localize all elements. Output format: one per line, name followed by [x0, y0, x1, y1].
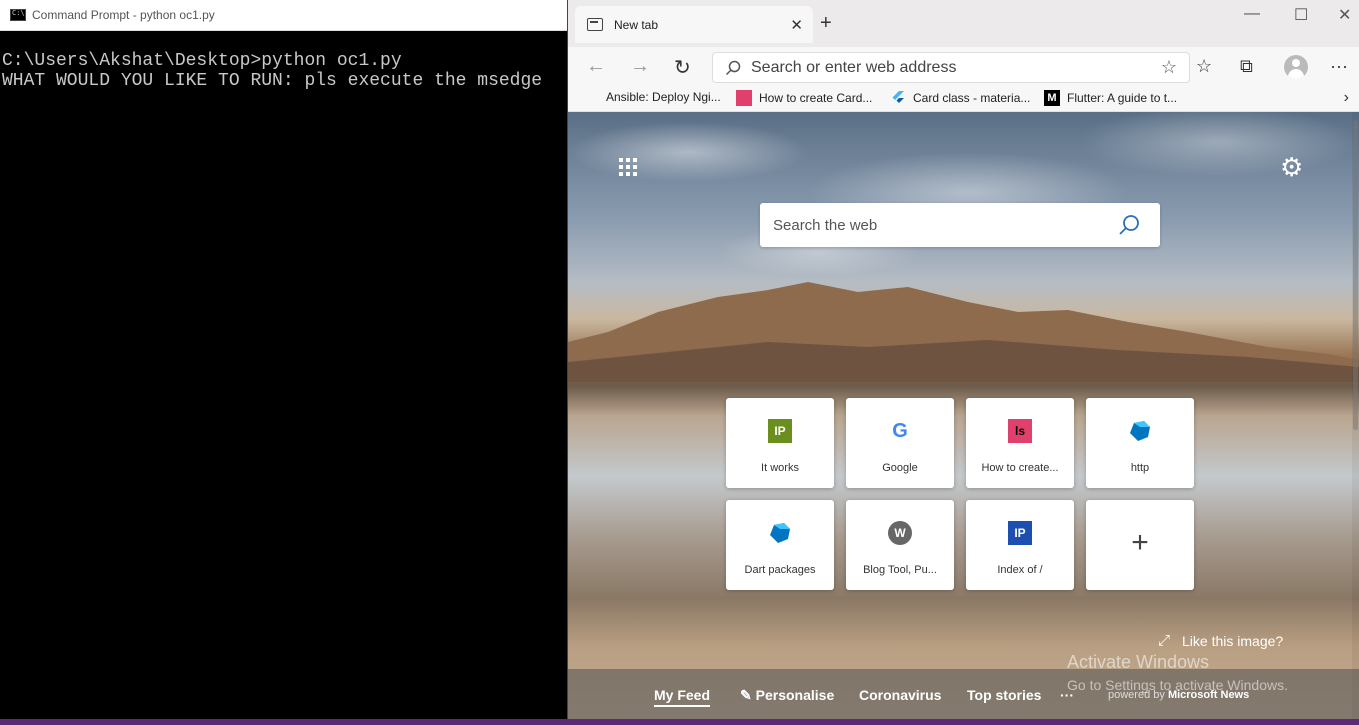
profile-avatar[interactable]: [1284, 55, 1308, 79]
scrollbar[interactable]: [1352, 112, 1359, 720]
chevron-right-icon[interactable]: ›: [1344, 89, 1349, 107]
tab-coronavirus[interactable]: Coronavirus: [859, 687, 941, 703]
back-icon[interactable]: ←: [586, 55, 606, 78]
address-bar[interactable]: Search or enter web address ☆: [712, 52, 1190, 83]
background-mountains: [568, 282, 1359, 382]
cmd-line: C:\Users\Akshat\Desktop>python oc1.py: [2, 51, 402, 71]
close-window-icon[interactable]: ✕: [1338, 5, 1351, 25]
minimize-icon[interactable]: —: [1244, 5, 1260, 23]
tile-label: It works: [761, 462, 799, 474]
background-clouds: [568, 112, 1359, 282]
search-icon[interactable]: [1118, 214, 1140, 236]
collections-icon[interactable]: ⧉: [1240, 56, 1253, 77]
cmd-title: Command Prompt - python oc1.py: [32, 8, 215, 22]
tab-personalise[interactable]: ✎ Personalise: [740, 687, 834, 704]
pencil-icon: ✎: [740, 687, 756, 703]
favorites-icon[interactable]: ☆: [1196, 56, 1212, 77]
favorite-label: Flutter: A guide to t...: [1067, 91, 1178, 105]
taskbar: [0, 719, 1359, 725]
personalise-label: Personalise: [755, 687, 835, 703]
tab-top-stories[interactable]: Top stories: [967, 687, 1041, 703]
tab-my-feed[interactable]: My Feed: [654, 687, 711, 707]
nav-bar: ← → ↻ Search or enter web address ☆ ☆ ⧉ …: [568, 47, 1359, 87]
tile-label: Dart packages: [744, 564, 816, 576]
new-tab-page: ⚙ Search the web IP It works G Google ls…: [568, 112, 1359, 720]
top-site-tile[interactable]: IP It works: [726, 398, 834, 488]
ip-icon: IP: [1008, 521, 1032, 545]
web-search-input[interactable]: Search the web: [760, 203, 1160, 247]
favorites-bar: Ansible: Deploy Ngi... How to create Car…: [568, 87, 1359, 112]
ls-icon: ls: [1008, 419, 1032, 443]
more-menu-icon[interactable]: ···: [1330, 56, 1348, 77]
top-site-tile[interactable]: IP Index of /: [966, 500, 1074, 590]
tile-label: How to create...: [981, 462, 1059, 474]
close-tab-icon[interactable]: ✕: [790, 16, 803, 34]
search-placeholder: Search the web: [773, 216, 878, 234]
refresh-icon[interactable]: ↻: [674, 55, 691, 80]
ls-icon: [736, 90, 752, 106]
desktop: Command Prompt - python oc1.py C:\Users\…: [0, 0, 1359, 725]
activation-watermark-sub: Go to Settings to activate Windows.: [1067, 677, 1288, 693]
top-site-tile[interactable]: W Blog Tool, Pu...: [846, 500, 954, 590]
cmd-output[interactable]: C:\Users\Akshat\Desktop>python oc1.py WHA…: [0, 31, 567, 91]
new-tab-button[interactable]: +: [820, 12, 832, 35]
cmd-titlebar[interactable]: Command Prompt - python oc1.py: [0, 0, 567, 31]
top-site-tile[interactable]: G Google: [846, 398, 954, 488]
google-icon: G: [892, 419, 908, 442]
edge-window[interactable]: New tab ✕ + — ☐ ✕ ← → ↻ Search or enter …: [568, 0, 1359, 720]
news-feed-bar: My Feed ✎ Personalise Coronavirus Top st…: [568, 669, 1359, 720]
forward-icon[interactable]: →: [630, 55, 650, 78]
address-placeholder: Search or enter web address: [751, 58, 957, 76]
tab-new-tab[interactable]: New tab ✕: [575, 6, 813, 43]
like-image-link[interactable]: ⤢ Like this image?: [1158, 632, 1283, 649]
flutter-icon: [890, 90, 906, 106]
favorite-label: Ansible: Deploy Ngi...: [606, 90, 721, 104]
search-icon: [725, 60, 741, 75]
tab-strip: New tab ✕ + — ☐ ✕: [568, 0, 1359, 47]
cmd-icon: [10, 9, 26, 21]
tile-label: http: [1130, 462, 1150, 474]
cmd-line: WHAT WOULD YOU LIKE TO RUN: pls execute …: [2, 71, 543, 91]
tile-label: Blog Tool, Pu...: [863, 564, 937, 576]
favorite-label: Card class - materia...: [913, 91, 1031, 105]
scrollbar-thumb[interactable]: [1353, 120, 1358, 430]
favorite-label: How to create Card...: [759, 91, 873, 105]
top-site-tile[interactable]: http: [1086, 398, 1194, 488]
medium-icon: M: [1044, 90, 1060, 106]
top-site-tile[interactable]: Dart packages: [726, 500, 834, 590]
cmd-window[interactable]: Command Prompt - python oc1.py C:\Users\…: [0, 0, 568, 720]
top-site-tile[interactable]: ls How to create...: [966, 398, 1074, 488]
favorite-item[interactable]: Ansible: Deploy Ngi...: [606, 90, 721, 104]
add-site-tile[interactable]: +: [1086, 500, 1194, 590]
maximize-icon[interactable]: ☐: [1294, 5, 1308, 25]
expand-icon: ⤢: [1158, 632, 1171, 649]
ip-icon: IP: [768, 419, 792, 443]
gear-icon[interactable]: ⚙: [1280, 152, 1303, 183]
like-image-label: Like this image?: [1182, 632, 1284, 649]
tab-page-icon: [587, 18, 603, 31]
favorite-item[interactable]: M Flutter: A guide to t...: [1044, 90, 1177, 106]
favorite-item[interactable]: Card class - materia...: [890, 90, 1030, 106]
dart-icon: [1128, 419, 1152, 443]
tile-label: Index of /: [997, 564, 1043, 576]
plus-icon: +: [1131, 526, 1149, 559]
wordpress-icon: W: [888, 521, 912, 545]
dart-icon: [768, 521, 792, 545]
tile-label: Google: [882, 462, 918, 474]
apps-grid-icon[interactable]: [619, 158, 637, 176]
favorite-star-icon[interactable]: ☆: [1161, 57, 1177, 78]
favorite-item[interactable]: How to create Card...: [736, 90, 872, 106]
tab-label: New tab: [614, 17, 659, 32]
